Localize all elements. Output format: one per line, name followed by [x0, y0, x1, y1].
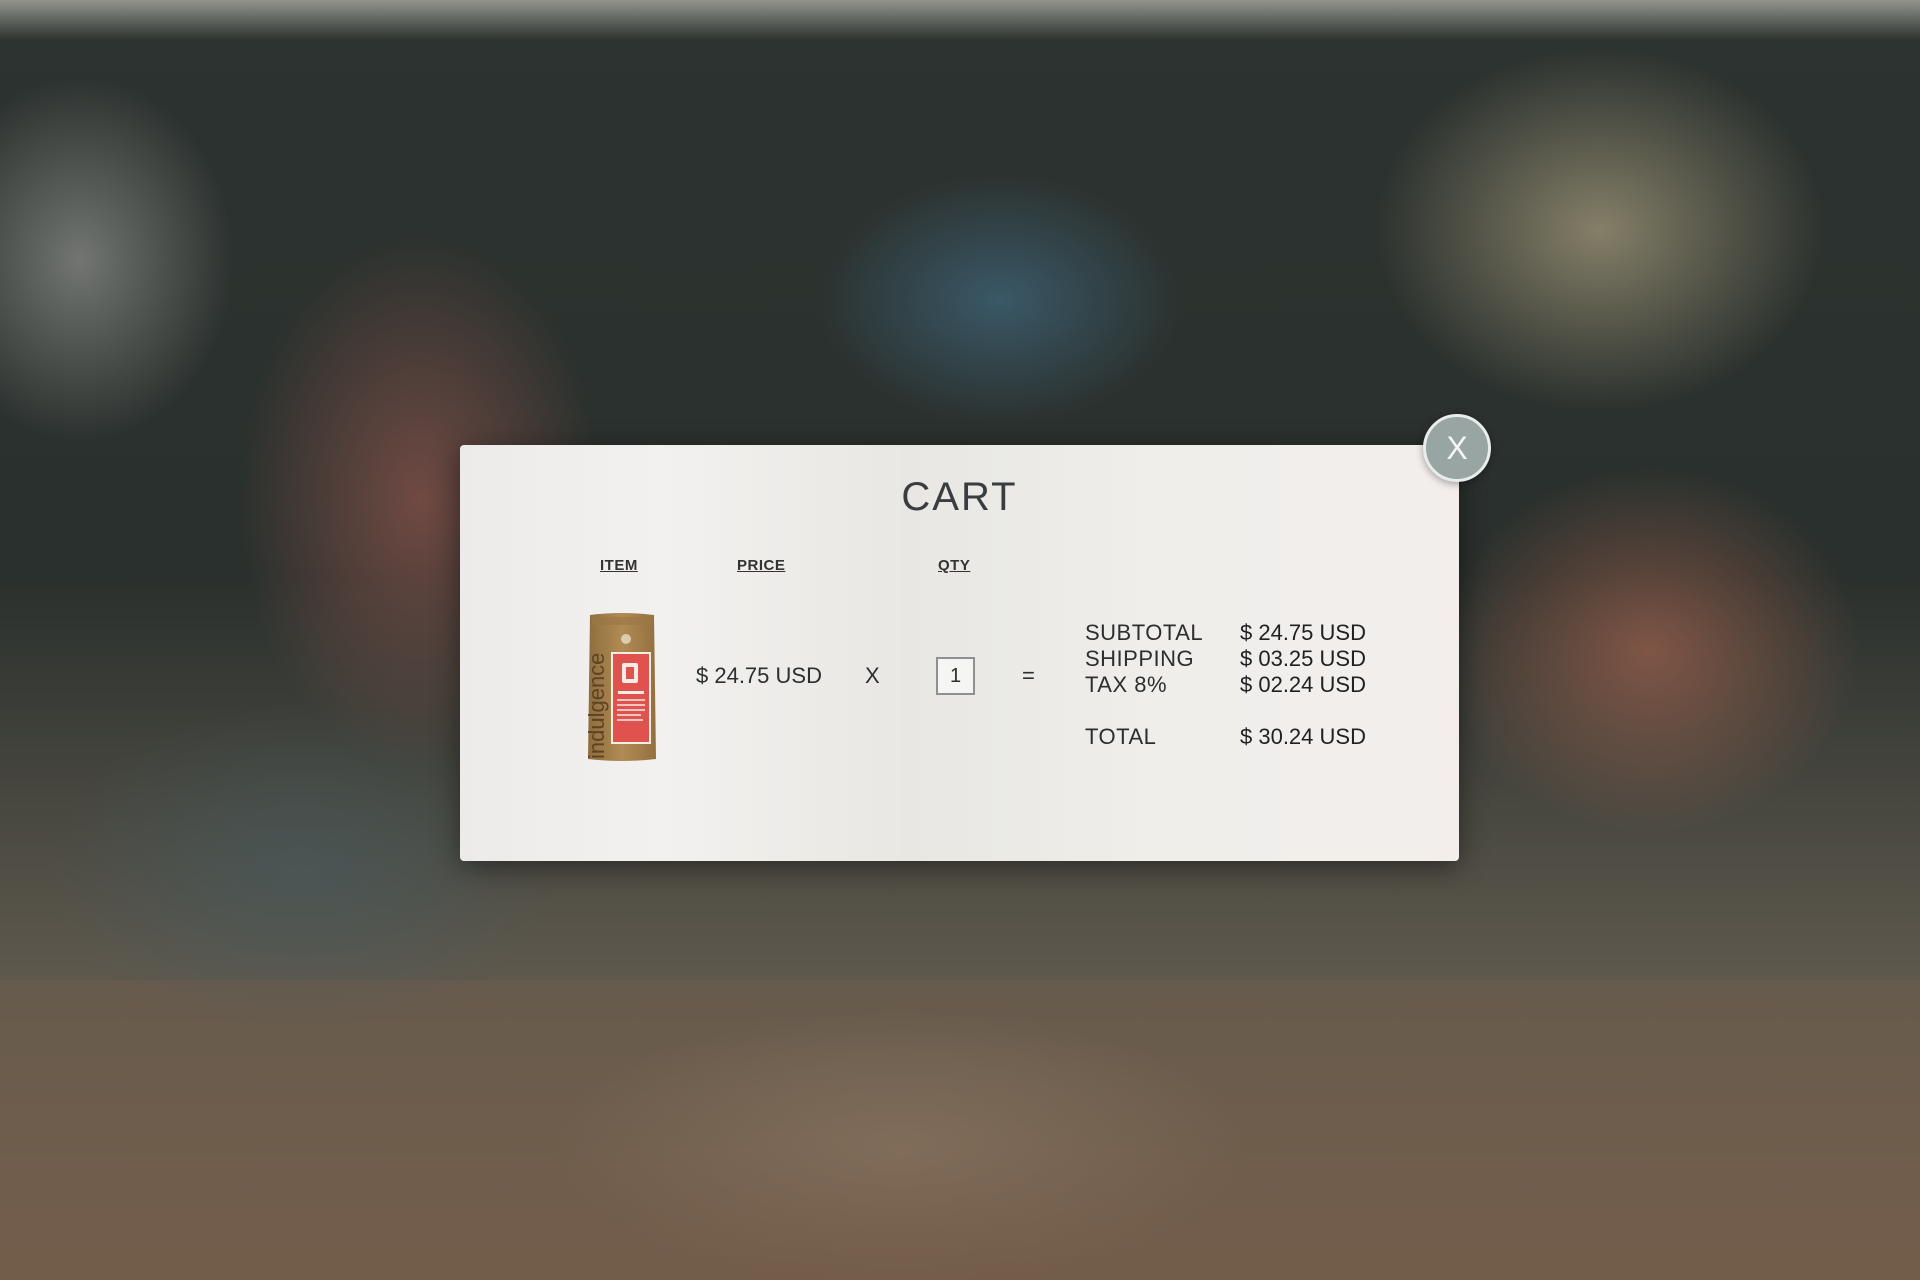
total-label: TOTAL: [1085, 724, 1157, 749]
product-image-coffee-bag[interactable]: indulgence: [588, 611, 656, 763]
shipping-value: $ 03.25 USD: [1240, 646, 1366, 671]
shipping-label: SHIPPING: [1085, 646, 1195, 671]
subtotal-label: SUBTOTAL: [1085, 620, 1204, 645]
item-price: $ 24.75 USD: [696, 663, 822, 688]
column-header-qty: QTY: [938, 557, 971, 574]
column-header-price: PRICE: [737, 557, 786, 574]
subtotal-value: $ 24.75 USD: [1240, 620, 1366, 645]
equals-symbol: =: [1022, 663, 1035, 688]
total-value: $ 30.24 USD: [1240, 724, 1366, 749]
multiply-symbol: X: [865, 663, 880, 688]
column-header-item: ITEM: [600, 557, 638, 574]
tax-value: $ 02.24 USD: [1240, 672, 1366, 697]
tax-label: TAX 8%: [1085, 672, 1168, 697]
quantity-input[interactable]: [936, 657, 975, 695]
background-counter: [0, 980, 1920, 1280]
product-brand-text: indulgence: [588, 653, 609, 759]
close-icon: X: [1446, 429, 1468, 466]
cart-modal: CART ITEM PRICE QTY indulgence $ 24.75 U…: [460, 445, 1459, 861]
background-highlight: [0, 0, 1920, 40]
close-button[interactable]: X: [1423, 414, 1491, 482]
cart-title: CART: [901, 475, 1018, 519]
